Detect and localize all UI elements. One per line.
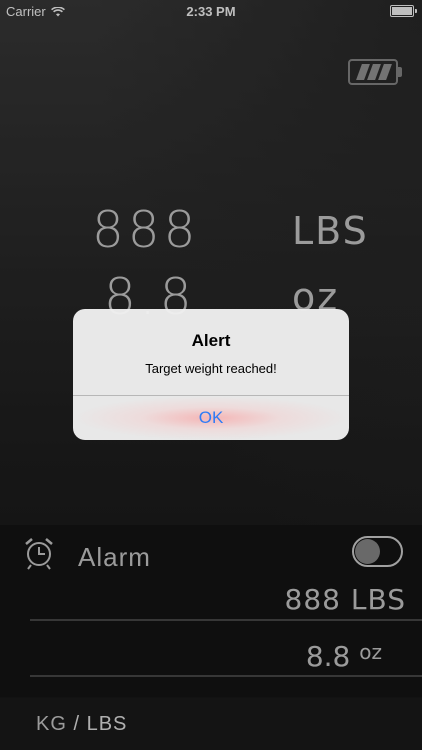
alert-message: Target weight reached!: [145, 361, 277, 376]
alert-ok-button[interactable]: OK: [73, 396, 349, 440]
alert-title: Alert: [191, 331, 231, 350]
alert-dialog: Alert Target weight reached! OK: [73, 309, 349, 440]
